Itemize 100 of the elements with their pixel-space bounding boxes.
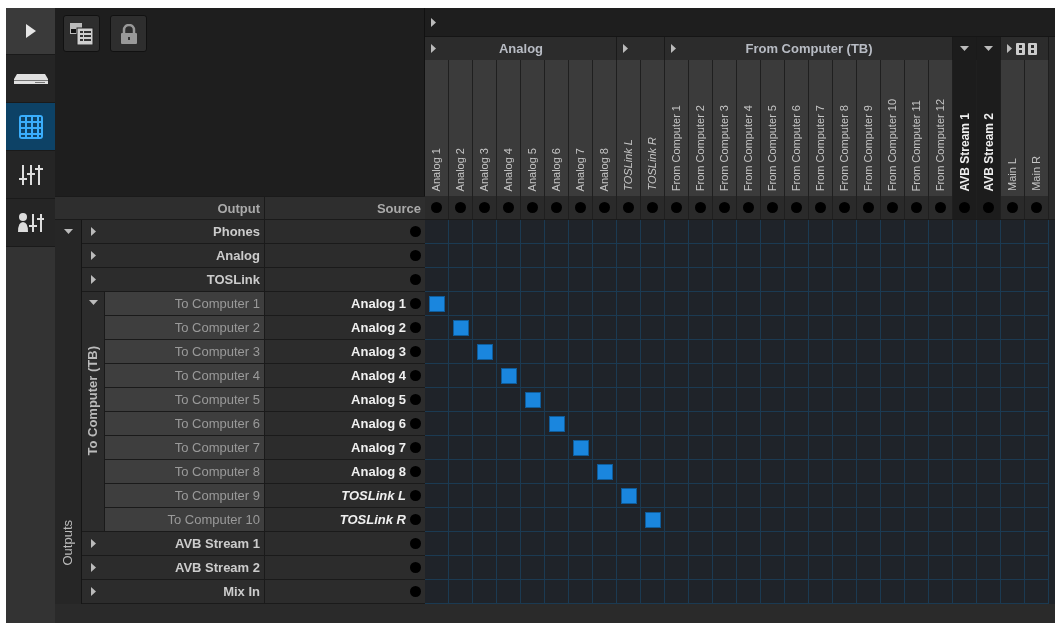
output-name[interactable]: To Computer 1 [105, 292, 265, 316]
input-channel-label: From Computer 8 [837, 104, 852, 191]
caret-icon[interactable] [91, 227, 96, 236]
source-name: Analog 5 [351, 390, 406, 409]
meter-pair-icon [1016, 42, 1037, 55]
caret-icon[interactable] [1007, 44, 1012, 53]
input-channel-label: From Computer 2 [693, 104, 708, 191]
output-name[interactable]: To Computer 4 [105, 364, 265, 388]
source-name: Analog 8 [351, 462, 406, 481]
input-column-header[interactable]: Analog 2 [449, 60, 473, 196]
group-label: To Computer (TB) [84, 346, 102, 456]
sidebar-button[interactable] [6, 103, 55, 151]
input-column-header[interactable]: Main R [1025, 60, 1049, 196]
input-channel-label: AVB Stream 1 [956, 112, 973, 191]
route-marker [500, 367, 517, 384]
source-name: Analog 3 [351, 342, 406, 361]
caret-icon[interactable] [431, 17, 436, 27]
grid-icon [17, 113, 44, 140]
route-marker [524, 391, 541, 408]
sidebar-button[interactable] [6, 199, 55, 247]
caret-icon[interactable] [431, 44, 436, 53]
input-channel-label: From Computer 4 [741, 104, 756, 191]
route-marker [452, 319, 469, 336]
caret-icon[interactable] [91, 251, 96, 260]
source-name: TOSLink R [339, 510, 406, 529]
lock-button[interactable] [110, 15, 147, 52]
input-column-header[interactable]: TOSLink L [617, 60, 641, 196]
output-name[interactable]: To Computer 5 [105, 388, 265, 412]
input-column-header[interactable]: From Computer 3 [713, 60, 737, 196]
input-channel-label: From Computer 3 [717, 104, 732, 191]
column-header: Output [55, 197, 265, 219]
caret-icon[interactable] [91, 539, 96, 548]
input-column-header[interactable]: Analog 5 [521, 60, 545, 196]
output-name[interactable]: Phones [105, 220, 265, 244]
sidebar-button[interactable] [6, 55, 55, 103]
input-channel-label: From Computer 7 [813, 104, 828, 191]
caret-icon[interactable] [91, 563, 96, 572]
input-column-header[interactable]: From Computer 5 [761, 60, 785, 196]
input-channel-label: From Computer 1 [669, 104, 684, 191]
input-column-header[interactable]: Analog 7 [569, 60, 593, 196]
source-group-label: Analog [498, 39, 544, 58]
output-name[interactable]: To Computer 6 [105, 412, 265, 436]
output-name[interactable]: To Computer 2 [105, 316, 265, 340]
output-name[interactable]: AVB Stream 2 [105, 556, 265, 580]
output-name[interactable]: To Computer 3 [105, 340, 265, 364]
input-channel-label: Analog 4 [501, 147, 516, 191]
caret-icon[interactable] [671, 44, 676, 53]
input-channel-label: TOSLink R [645, 137, 660, 191]
device-icon [12, 72, 49, 85]
input-column-header[interactable]: From Computer 6 [785, 60, 809, 196]
output-name[interactable]: To Computer 7 [105, 436, 265, 460]
sidebar-button[interactable] [6, 8, 55, 55]
input-column-header[interactable]: From Computer 12 [929, 60, 953, 196]
input-column-header[interactable]: From Computer 7 [809, 60, 833, 196]
input-column-header[interactable]: From Computer 10 [881, 60, 905, 196]
input-column-header[interactable]: TOSLink R [641, 60, 665, 196]
caret-icon[interactable] [91, 275, 96, 284]
source-name: TOSLink L [341, 486, 406, 505]
column-header: Source [265, 197, 425, 219]
caret-icon[interactable] [623, 44, 628, 53]
input-column-header[interactable]: From Computer 9 [857, 60, 881, 196]
input-column-header[interactable]: From Computer 11 [905, 60, 929, 196]
toolbar-button[interactable] [63, 15, 100, 52]
input-channel-label: From Computer 12 [933, 98, 948, 191]
input-channel-label: Analog 5 [525, 147, 540, 191]
output-name[interactable]: To Computer 10 [105, 508, 265, 532]
input-column-header[interactable]: From Computer 4 [737, 60, 761, 196]
input-column-header[interactable]: From Computer 2 [689, 60, 713, 196]
source-group-label: From Computer (TB) [745, 39, 873, 58]
output-name[interactable]: TOSLink [105, 268, 265, 292]
input-channel-label: TOSLink L [621, 139, 636, 191]
output-name[interactable]: To Computer 9 [105, 484, 265, 508]
input-channel-label: Analog 8 [597, 147, 612, 191]
output-name[interactable]: AVB Stream 1 [105, 532, 265, 556]
output-name[interactable]: Analog [105, 244, 265, 268]
input-column-header[interactable]: AVB Stream 2 [977, 60, 1001, 196]
input-channel-label: AVB Stream 2 [980, 112, 997, 191]
input-channel-label: Analog 1 [429, 147, 444, 191]
output-name[interactable]: To Computer 8 [105, 460, 265, 484]
faders-icon [18, 162, 43, 187]
input-column-header[interactable]: Analog 3 [473, 60, 497, 196]
input-column-header[interactable]: Main L [1001, 60, 1025, 196]
output-name[interactable]: Mix In [105, 580, 265, 604]
input-column-header[interactable]: From Computer 1 [665, 60, 689, 196]
caret-icon[interactable] [91, 587, 96, 596]
input-column-header[interactable]: Analog 1 [425, 60, 449, 196]
route-marker [548, 415, 565, 432]
caret-icon[interactable] [984, 45, 993, 52]
caret-icon[interactable] [960, 45, 969, 52]
route-marker [476, 343, 493, 360]
input-column-header[interactable]: Analog 8 [593, 60, 617, 196]
input-column-header[interactable]: AVB Stream 1 [953, 60, 977, 196]
input-column-header[interactable]: From Computer 8 [833, 60, 857, 196]
padlock-icon [119, 23, 138, 44]
input-column-header[interactable]: Analog 6 [545, 60, 569, 196]
caret-icon[interactable] [88, 300, 98, 306]
sidebar-button[interactable] [6, 151, 55, 199]
caret-icon[interactable] [63, 229, 73, 235]
input-column-header[interactable]: Analog 4 [497, 60, 521, 196]
input-channel-label: Main L [1005, 157, 1020, 191]
